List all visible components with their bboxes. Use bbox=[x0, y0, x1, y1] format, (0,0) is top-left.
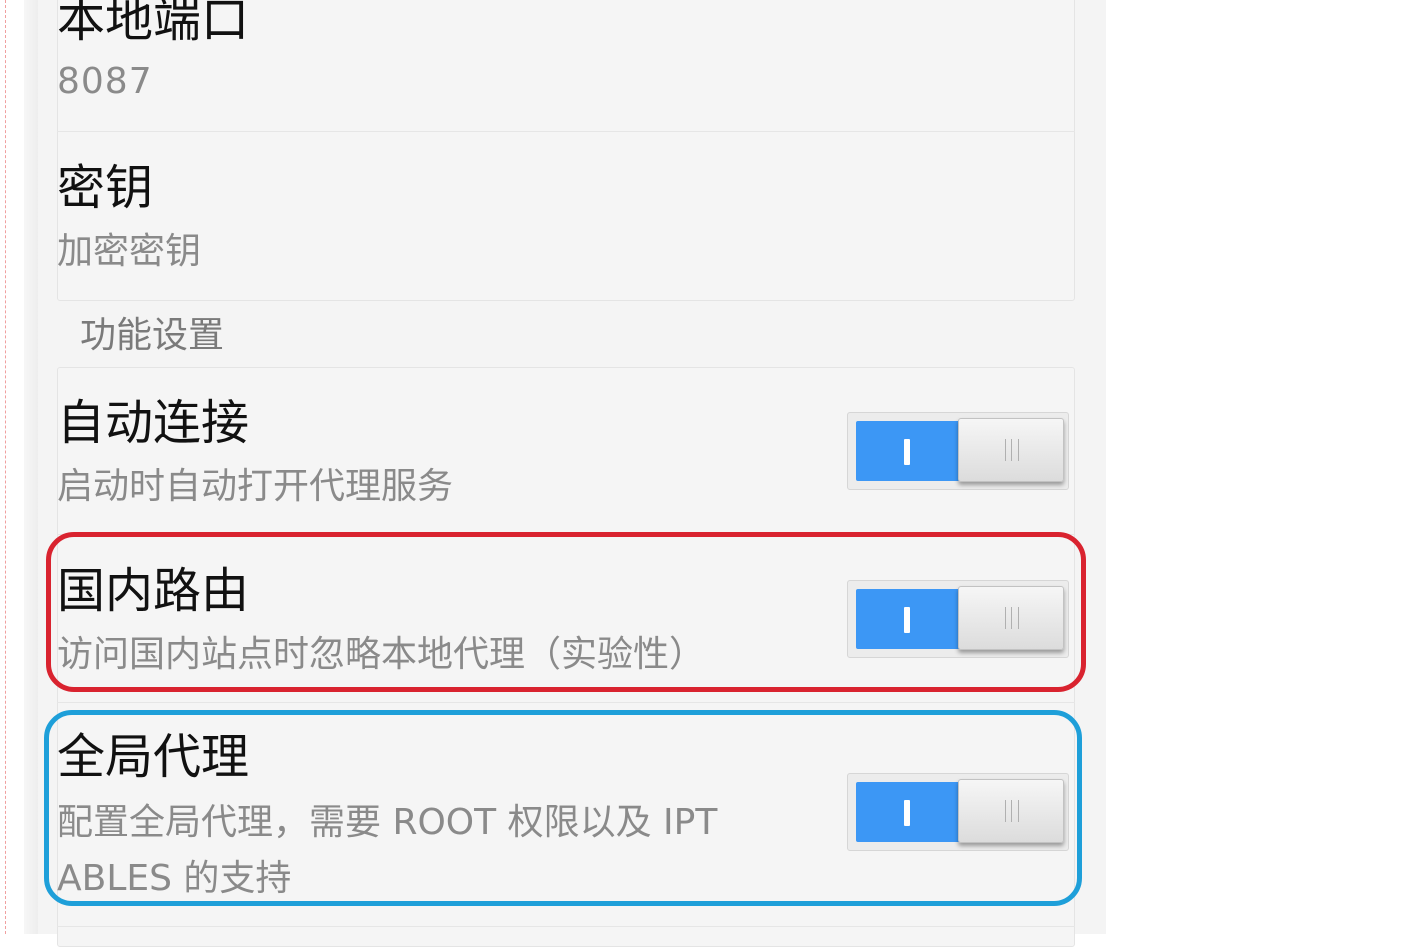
auto-connect-toggle[interactable] bbox=[847, 412, 1069, 490]
panel-shadow bbox=[24, 0, 38, 934]
domestic-routing-title: 国内路由 bbox=[57, 563, 250, 619]
auto-connect-title: 自动连接 bbox=[57, 395, 250, 451]
domestic-routing-toggle[interactable] bbox=[847, 580, 1069, 658]
global-proxy-summary-line1: 配置全局代理，需要 ROOT 权限以及 IPT bbox=[57, 802, 718, 843]
toggle-on-indicator bbox=[904, 607, 910, 633]
toggle-on-indicator bbox=[904, 439, 910, 465]
toggle-on-track bbox=[856, 589, 960, 649]
local-port-row[interactable]: 本地端口 8087 bbox=[57, 0, 1075, 132]
feature-settings-header: 功能设置 bbox=[80, 315, 225, 356]
password-title: 密钥 bbox=[57, 160, 154, 216]
local-port-value: 8087 bbox=[57, 61, 153, 102]
toggle-thumb bbox=[958, 418, 1064, 482]
domestic-routing-summary: 访问国内站点时忽略本地代理（实验性） bbox=[57, 634, 706, 675]
toggle-thumb bbox=[958, 779, 1064, 843]
global-proxy-row[interactable]: 全局代理 配置全局代理，需要 ROOT 权限以及 IPT ABLES 的支持 bbox=[57, 703, 1075, 927]
toggle-on-indicator bbox=[904, 800, 910, 826]
grip-icon bbox=[1005, 607, 1019, 629]
global-proxy-summary-line2: ABLES 的支持 bbox=[57, 858, 292, 899]
grip-icon bbox=[1005, 800, 1019, 822]
grip-icon bbox=[1005, 439, 1019, 461]
local-port-title: 本地端口 bbox=[57, 0, 250, 48]
domestic-routing-row[interactable]: 国内路由 访问国内站点时忽略本地代理（实验性） bbox=[57, 535, 1075, 703]
password-row[interactable]: 密钥 加密密钥 bbox=[57, 132, 1075, 300]
toggle-on-track bbox=[856, 421, 960, 481]
auto-connect-summary: 启动时自动打开代理服务 bbox=[57, 466, 454, 507]
toggle-on-track bbox=[856, 782, 960, 842]
auto-connect-row[interactable]: 自动连接 启动时自动打开代理服务 bbox=[57, 367, 1075, 535]
toggle-thumb bbox=[958, 586, 1064, 650]
global-proxy-title: 全局代理 bbox=[57, 729, 250, 785]
global-proxy-toggle[interactable] bbox=[847, 773, 1069, 851]
margin-guide-line bbox=[5, 0, 6, 934]
password-summary: 加密密钥 bbox=[57, 231, 202, 272]
